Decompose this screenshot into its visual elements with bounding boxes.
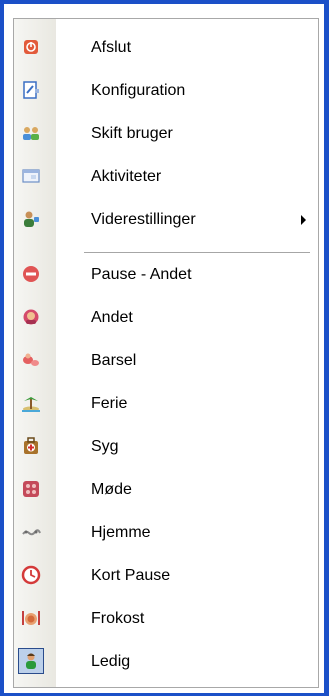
- menu-frame: Afslut Konfiguration Skift bruger Aktivi…: [13, 18, 319, 688]
- no-entry-icon: [21, 264, 41, 284]
- menu-item-kort-pause[interactable]: Kort Pause: [14, 555, 318, 598]
- menu-item-andet[interactable]: Andet: [14, 297, 318, 340]
- context-menu: Afslut Konfiguration Skift bruger Aktivi…: [0, 0, 329, 696]
- available-user-icon: [21, 651, 41, 671]
- maternity-icon: [21, 350, 41, 370]
- menu-item-label: Konfiguration: [91, 82, 186, 99]
- menu-item-label: Pause - Andet: [91, 266, 192, 283]
- menu-item-konfiguration[interactable]: Konfiguration: [14, 70, 318, 113]
- menu-item-label: Afslut: [91, 39, 132, 56]
- menu-item-mode[interactable]: Møde: [14, 469, 318, 512]
- menu-item-label: Viderestillinger: [91, 211, 196, 228]
- menu-item-ledig[interactable]: Ledig: [14, 641, 318, 684]
- menu-item-pause-andet[interactable]: Pause - Andet: [14, 254, 318, 297]
- lunch-icon: [21, 608, 41, 628]
- menu-item-label: Frokost: [91, 610, 145, 627]
- menu-item-viderestillinger[interactable]: Viderestillinger: [14, 199, 318, 242]
- configuration-icon: [21, 80, 41, 100]
- menu-separator: [84, 252, 310, 253]
- menu-item-label: Møde: [91, 481, 132, 498]
- submenu-arrow-icon: [301, 215, 306, 225]
- menu-item-label: Hjemme: [91, 524, 151, 541]
- menu-item-aktiviteter[interactable]: Aktiviteter: [14, 156, 318, 199]
- person-other-icon: [21, 307, 41, 327]
- menu-item-label: Ledig: [91, 653, 131, 670]
- menu-item-skift-bruger[interactable]: Skift bruger: [14, 113, 318, 156]
- activities-icon: [21, 166, 41, 186]
- menu-item-label: Skift bruger: [91, 125, 173, 142]
- home-icon: [21, 522, 41, 542]
- meeting-icon: [21, 479, 41, 499]
- first-aid-icon: [21, 436, 41, 456]
- menu-item-label: Kort Pause: [91, 567, 171, 584]
- menu-item-hjemme[interactable]: Hjemme: [14, 512, 318, 555]
- menu-item-frokost[interactable]: Frokost: [14, 598, 318, 641]
- switch-user-icon: [21, 123, 41, 143]
- island-vacation-icon: [21, 393, 41, 413]
- menu-item-barsel[interactable]: Barsel: [14, 340, 318, 383]
- menu-item-label: Andet: [91, 309, 133, 326]
- forwarding-icon: [21, 209, 41, 229]
- menu-item-label: Syg: [91, 438, 119, 455]
- menu-item-label: Ferie: [91, 395, 128, 412]
- menu-item-ferie[interactable]: Ferie: [14, 383, 318, 426]
- exit-icon: [21, 37, 41, 57]
- menu-item-label: Barsel: [91, 352, 137, 369]
- menu-item-syg[interactable]: Syg: [14, 426, 318, 469]
- clock-icon: [21, 565, 41, 585]
- menu-item-afslut[interactable]: Afslut: [14, 27, 318, 70]
- menu-item-label: Aktiviteter: [91, 168, 162, 185]
